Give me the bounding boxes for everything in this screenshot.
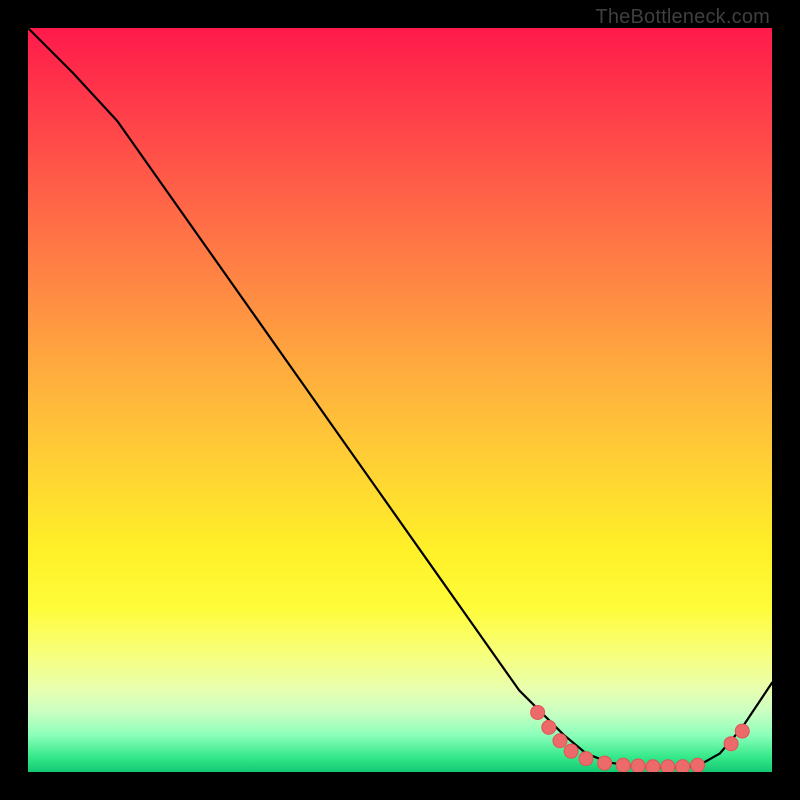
- gradient-background: [28, 28, 772, 772]
- chart-frame: TheBottleneck.com: [0, 0, 800, 800]
- watermark-label: TheBottleneck.com: [595, 6, 770, 29]
